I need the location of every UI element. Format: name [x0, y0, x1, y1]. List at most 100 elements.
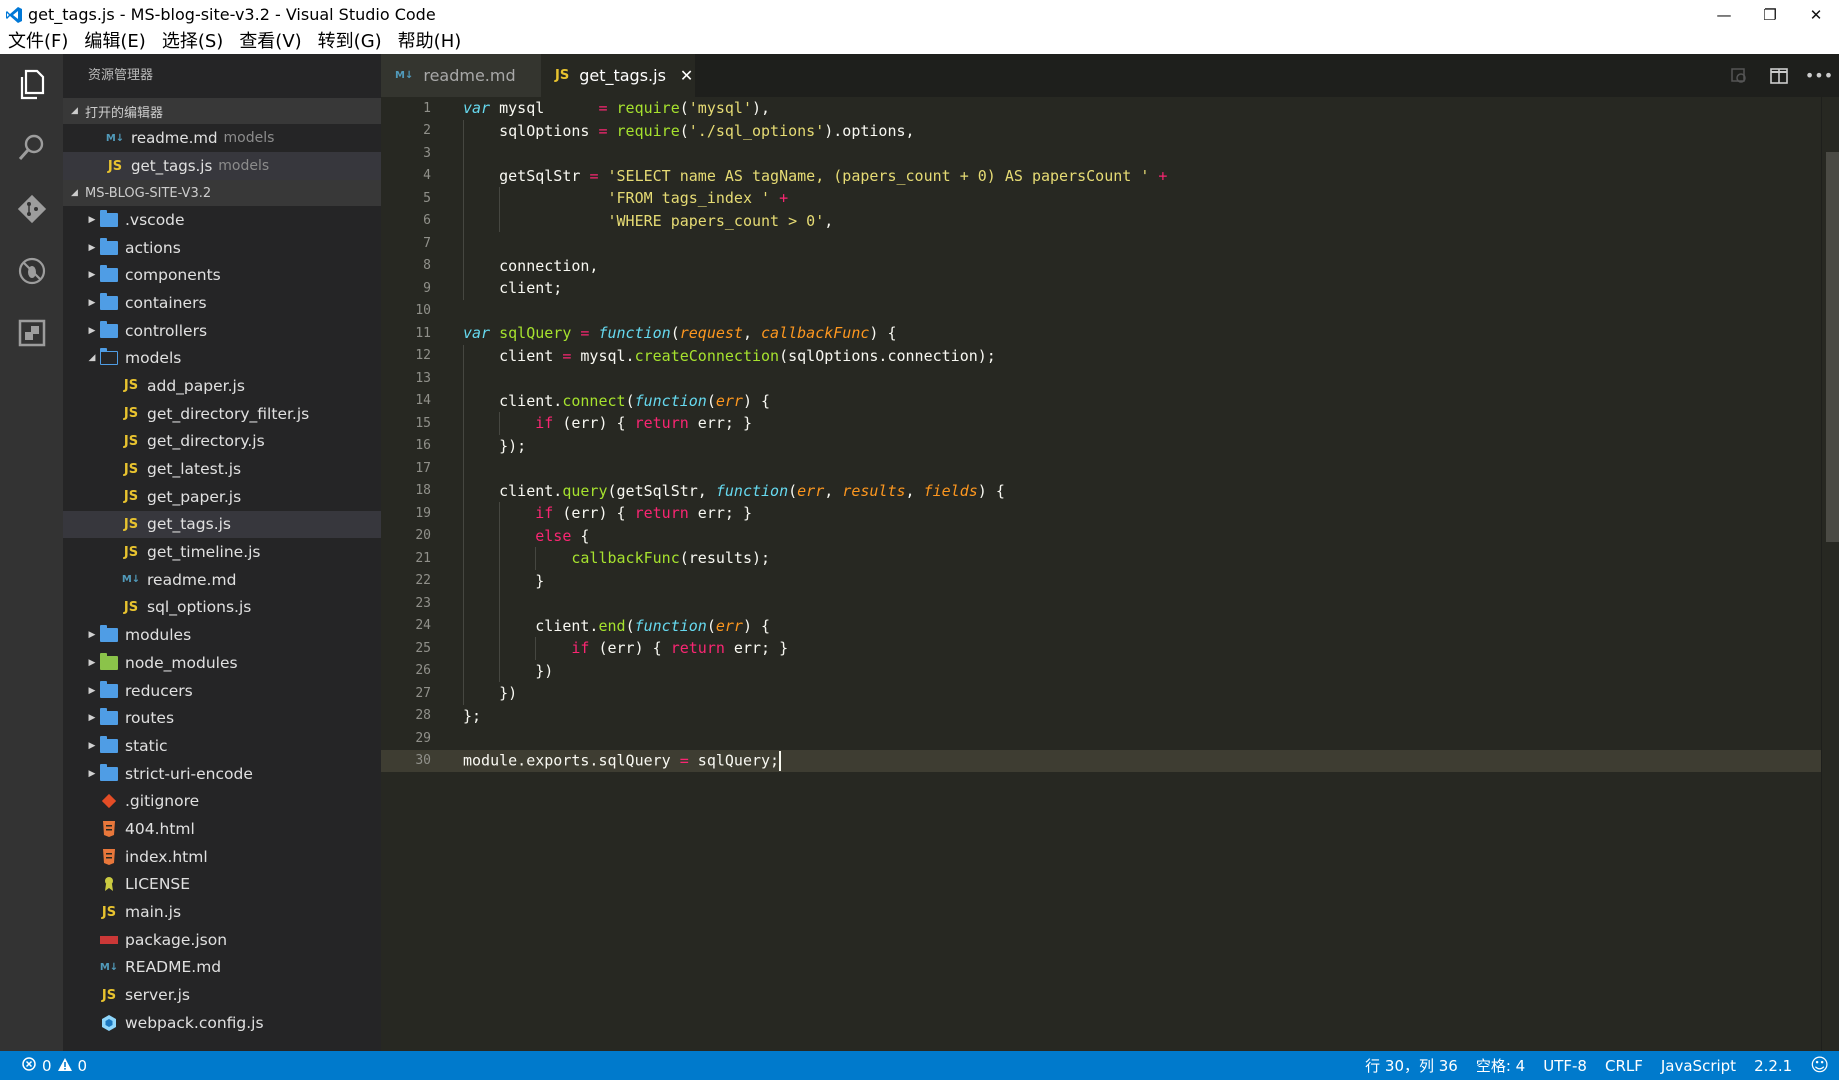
menu-go[interactable]: 转到(G)	[310, 29, 390, 54]
cursor-position[interactable]: 行 30，列 36	[1365, 1055, 1458, 1076]
warning-icon[interactable]	[57, 1057, 72, 1075]
menu-edit[interactable]: 编辑(E)	[76, 29, 153, 54]
tab-bar: M↓ readme.md JS get_tags.js ✕ •••	[381, 54, 1839, 97]
split-editor-icon[interactable]	[1759, 67, 1799, 84]
code-line: 'FROM tags_index ' +	[607, 189, 789, 208]
code-line: if (err) { return err; }	[535, 414, 752, 433]
tree-item[interactable]: ▶ routes	[63, 704, 381, 732]
code-line: if (err) { return err; }	[535, 504, 752, 523]
tree-item[interactable]: ▶ containers	[63, 289, 381, 317]
source-control-icon[interactable]	[0, 178, 63, 240]
tree-item[interactable]: JS get_paper.js	[63, 483, 381, 511]
line-number: 11	[415, 325, 431, 341]
typescript-version[interactable]: 2.2.1	[1754, 1057, 1792, 1075]
close-icon[interactable]: ✕	[680, 66, 693, 85]
line-number: 1	[423, 100, 431, 116]
line-ending[interactable]: CRLF	[1605, 1057, 1643, 1075]
language-mode[interactable]: JavaScript	[1661, 1057, 1736, 1075]
menu-file[interactable]: 文件(F)	[0, 29, 76, 54]
tree-item[interactable]: ▶ node_modules	[63, 649, 381, 677]
tree-item[interactable]: JS get_directory.js	[63, 428, 381, 456]
extensions-icon[interactable]	[0, 302, 63, 364]
js-icon: JS	[123, 433, 139, 449]
tree-item[interactable]: M↓ readme.md	[63, 566, 381, 594]
chevron-down-icon: ◢	[71, 106, 78, 116]
js-icon: JS	[123, 489, 139, 505]
error-count[interactable]: 0	[42, 1057, 52, 1075]
tree-item[interactable]: JS server.js	[63, 981, 381, 1009]
open-editors-header[interactable]: ◢ 打开的编辑器	[63, 98, 381, 124]
error-icon[interactable]	[22, 1056, 36, 1075]
tree-item[interactable]: JS get_latest.js	[63, 455, 381, 483]
tree-item[interactable]: JS get_directory_filter.js	[63, 400, 381, 428]
minimize-button[interactable]: —	[1701, 0, 1747, 29]
tree-item-label: components	[125, 266, 221, 285]
line-number: 5	[423, 190, 431, 206]
menu-selection[interactable]: 选择(S)	[154, 29, 231, 54]
tree-item[interactable]: package.json	[63, 926, 381, 954]
tree-item[interactable]: ▶ components	[63, 261, 381, 289]
search-icon[interactable]	[0, 116, 63, 178]
tree-item[interactable]: ◢ models	[63, 344, 381, 372]
tree-item[interactable]: webpack.config.js	[63, 1009, 381, 1037]
chevron-down-icon: ◢	[71, 188, 78, 198]
open-editor-item[interactable]: M↓ readme.md models	[63, 124, 381, 152]
webpack-icon	[99, 1014, 119, 1032]
chevron-right-icon: ▶	[88, 685, 96, 696]
debug-icon[interactable]	[0, 240, 63, 302]
code-editor[interactable]: 1 var mysql = require('mysql'), 2 sqlOpti…	[381, 97, 1821, 1051]
tree-item-label: get_timeline.js	[147, 543, 261, 562]
menu-help[interactable]: 帮助(H)	[390, 29, 470, 54]
tree-item[interactable]: ▶ .vscode	[63, 206, 381, 234]
tree-item[interactable]: JS get_timeline.js	[63, 538, 381, 566]
scrollbar-thumb[interactable]	[1826, 152, 1839, 542]
tree-item[interactable]: index.html	[63, 843, 381, 871]
tree-item[interactable]: ▶ strict-uri-encode	[63, 760, 381, 788]
indentation[interactable]: 空格: 4	[1476, 1055, 1525, 1076]
tree-item[interactable]: ▶ reducers	[63, 677, 381, 705]
js-icon: JS	[123, 461, 139, 477]
open-changes-icon[interactable]	[1719, 67, 1759, 85]
close-window-button[interactable]: ✕	[1793, 0, 1839, 29]
folder-icon	[99, 209, 119, 229]
code-line: sqlOptions = require('./sql_options').op…	[463, 121, 915, 140]
more-actions-icon[interactable]: •••	[1799, 66, 1839, 85]
project-header[interactable]: ◢ MS-BLOG-SITE-V3.2	[63, 180, 381, 206]
tree-item[interactable]: .gitignore	[63, 787, 381, 815]
tree-item[interactable]: JS get_tags.js	[63, 510, 381, 539]
tree-item-label: readme.md	[147, 570, 237, 589]
feedback-icon[interactable]: ☺	[1810, 1055, 1829, 1076]
tree-item[interactable]: M↓ README.md	[63, 954, 381, 982]
open-editor-item[interactable]: JS get_tags.js models	[63, 152, 381, 180]
tree-item[interactable]: ▶ actions	[63, 234, 381, 262]
code-line: });	[463, 436, 527, 455]
tree-item[interactable]: JS main.js	[63, 898, 381, 926]
code-line: getSqlStr = 'SELECT name AS tagName, (pa…	[463, 166, 1168, 185]
tab-readme[interactable]: M↓ readme.md	[381, 54, 541, 97]
tree-item[interactable]: ▶ controllers	[63, 317, 381, 345]
explorer-icon[interactable]	[0, 54, 63, 116]
tree-item[interactable]: ▶ static	[63, 732, 381, 760]
project-name: MS-BLOG-SITE-V3.2	[85, 185, 212, 201]
tab-get-tags[interactable]: JS get_tags.js ✕	[541, 54, 695, 97]
folder-icon	[99, 320, 119, 340]
js-icon: JS	[123, 378, 139, 394]
line-number: 2	[423, 123, 431, 139]
tree-item-label: get_tags.js	[147, 515, 232, 534]
tree-item-label: README.md	[125, 958, 222, 977]
tree-item[interactable]: JS add_paper.js	[63, 372, 381, 400]
tree-item[interactable]: ▶ modules	[63, 621, 381, 649]
folder-icon	[99, 265, 119, 284]
tree-item[interactable]: 404.html	[63, 815, 381, 843]
editor-scrollbar[interactable]	[1821, 97, 1839, 1051]
code-line: client.query(getSqlStr, function(err, re…	[463, 481, 1005, 500]
warning-count[interactable]: 0	[78, 1057, 88, 1075]
code-line: }	[463, 571, 545, 590]
markdown-icon: M↓	[395, 70, 414, 81]
restore-button[interactable]: ❐	[1747, 0, 1793, 29]
tree-item[interactable]: LICENSE	[63, 871, 381, 899]
menu-view[interactable]: 查看(V)	[231, 29, 309, 54]
encoding[interactable]: UTF-8	[1543, 1057, 1587, 1075]
line-number: 30	[415, 753, 431, 769]
tree-item[interactable]: JS sql_options.js	[63, 594, 381, 622]
